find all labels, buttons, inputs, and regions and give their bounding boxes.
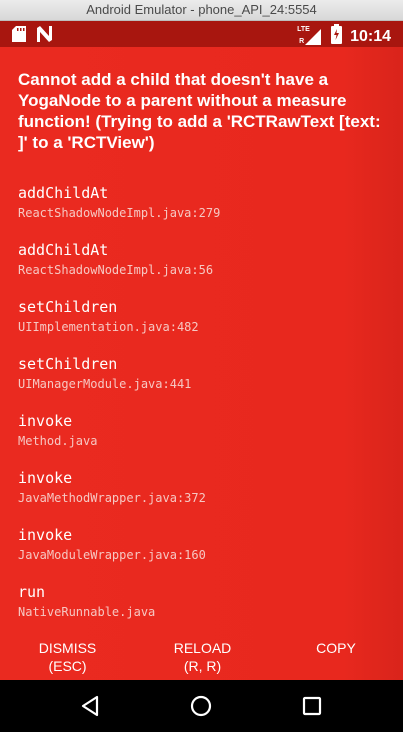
window-title: Android Emulator - phone_API_24:5554 [86, 2, 317, 17]
frame-file: ReactShadowNodeImpl.java:56 [18, 263, 214, 277]
stack-frame[interactable]: addChildAt ReactShadowNodeImpl.java:56 [18, 240, 388, 297]
stack-frame[interactable]: setChildren UIImplementation.java:482 [18, 297, 388, 354]
frame-method: setChildren [18, 355, 118, 373]
frame-method: addChildAt [18, 241, 109, 259]
stack-frame[interactable]: addChildAt ReactShadowNodeImpl.java:279 [18, 183, 388, 240]
reload-label: RELOAD [173, 640, 232, 656]
frame-method: run [18, 583, 46, 601]
frame-file: Method.java [18, 434, 98, 448]
recents-icon[interactable] [299, 693, 325, 719]
home-icon[interactable] [188, 693, 214, 719]
stack-frame[interactable]: run NativeRunnable.java [18, 582, 388, 639]
stack-trace: addChildAt ReactShadowNodeImpl.java:279 … [18, 183, 388, 639]
back-icon[interactable] [78, 693, 104, 719]
dismiss-label: DISMISS [38, 640, 97, 656]
stack-frame[interactable]: invoke JavaMethodWrapper.java:372 [18, 468, 388, 525]
frame-method: invoke [18, 412, 73, 430]
frame-file: NativeRunnable.java [18, 605, 156, 619]
frame-method: addChildAt [18, 184, 109, 202]
copy-label: COPY [316, 640, 356, 656]
n-notification-icon [36, 26, 53, 47]
frame-method: setChildren [18, 298, 118, 316]
lte-label: LTE [297, 25, 310, 33]
dismiss-shortcut: (ESC) [48, 658, 87, 674]
frame-file: UIManagerModule.java:441 [18, 377, 192, 391]
android-nav-bar [0, 680, 403, 732]
copy-button[interactable]: COPY [296, 639, 376, 657]
frame-file: ReactShadowNodeImpl.java:279 [18, 206, 221, 220]
stack-frame[interactable]: invoke JavaModuleWrapper.java:160 [18, 525, 388, 582]
stack-frame[interactable]: invoke Method.java [18, 411, 388, 468]
frame-file: UIImplementation.java:482 [18, 320, 199, 334]
frame-file: JavaModuleWrapper.java:160 [18, 548, 206, 562]
battery-charging-icon [331, 24, 343, 49]
redbox-button-bar: DISMISS (ESC) RELOAD (R, R) COPY [0, 639, 403, 680]
android-status-bar: LTE R 10:14 [0, 21, 403, 47]
lte-signal-icon: LTE R [297, 25, 323, 47]
frame-file: JavaMethodWrapper.java:372 [18, 491, 206, 505]
stack-frame[interactable]: setChildren UIManagerModule.java:441 [18, 354, 388, 411]
dismiss-button[interactable]: DISMISS (ESC) [20, 639, 115, 675]
reload-button[interactable]: RELOAD (R, R) [155, 639, 250, 675]
reload-shortcut: (R, R) [183, 658, 222, 674]
frame-method: invoke [18, 469, 73, 487]
frame-method: invoke [18, 526, 73, 544]
error-message: Cannot add a child that doesn't have a Y… [18, 70, 395, 152]
lte-roaming-label: R [299, 37, 305, 45]
emulator-title-bar: Android Emulator - phone_API_24:5554 [0, 0, 403, 21]
status-time: 10:14 [350, 27, 391, 45]
redbox-error-screen: Cannot add a child that doesn't have a Y… [0, 47, 403, 680]
sd-card-icon [12, 26, 26, 47]
